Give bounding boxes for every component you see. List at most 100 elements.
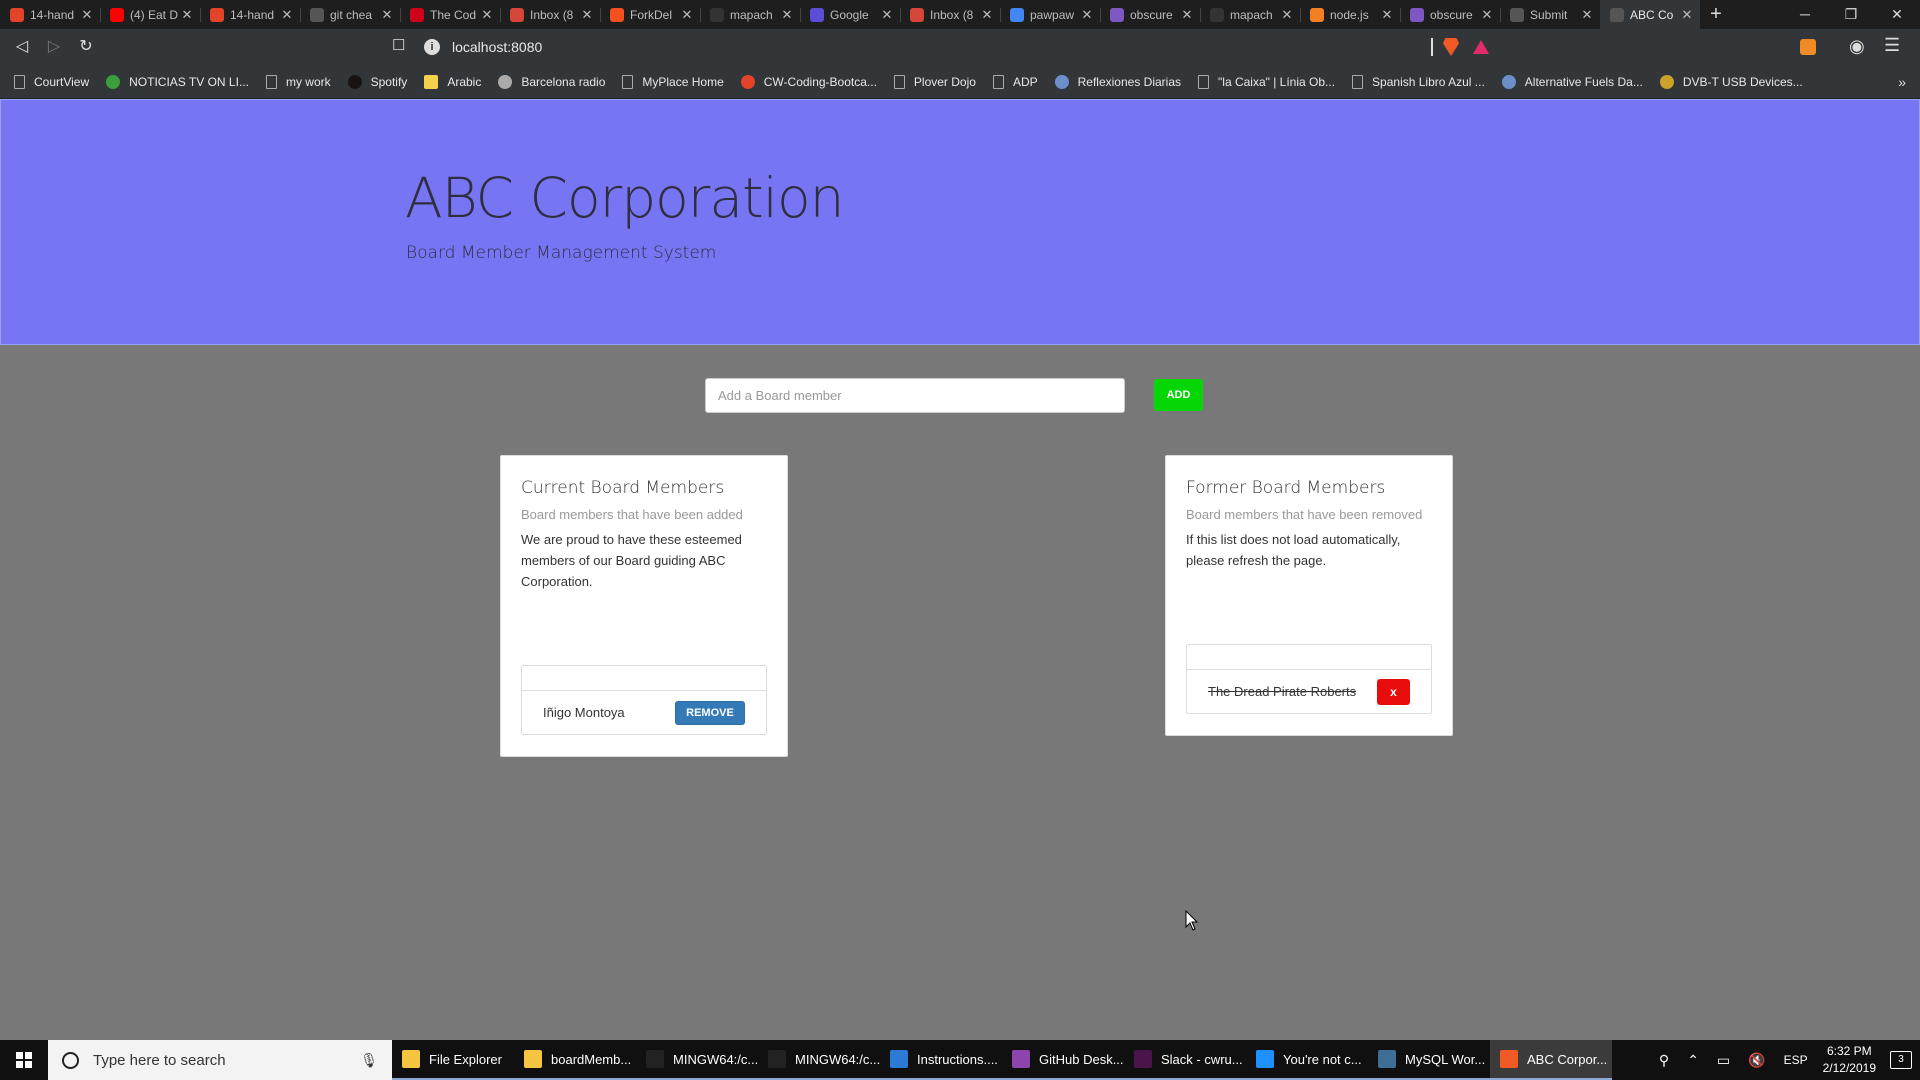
tab-close-icon[interactable]: ✕ — [480, 7, 494, 23]
browser-tab[interactable]: Submit ✕ — [1500, 0, 1600, 29]
bookmark-item[interactable]: Spanish Libro Azul ... — [1352, 74, 1485, 89]
bookmark-item[interactable]: CourtView — [14, 74, 89, 89]
bookmarks-overflow-button[interactable]: » — [1898, 74, 1906, 90]
tab-close-icon[interactable]: ✕ — [1580, 7, 1594, 23]
taskbar-app-button[interactable]: ABC Corpor... — [1490, 1040, 1612, 1080]
tab-close-icon[interactable]: ✕ — [1680, 7, 1694, 23]
taskbar-app-button[interactable]: You're not c... — [1246, 1040, 1368, 1080]
brave-rewards-icon[interactable] — [1473, 40, 1489, 54]
minimize-button[interactable]: ─ — [1782, 0, 1828, 29]
tab-close-icon[interactable]: ✕ — [80, 7, 94, 23]
taskbar-app-button[interactable]: MINGW64:/c... — [758, 1040, 880, 1080]
bookmark-item[interactable]: ADP — [992, 74, 1038, 89]
bookmark-item[interactable]: DVB-T USB Devices... — [1659, 74, 1803, 89]
browser-tab[interactable]: The Cod ✕ — [400, 0, 500, 29]
clock-date: 2/12/2019 — [1822, 1061, 1876, 1075]
bookmark-label: ADP — [1012, 74, 1038, 89]
microphone-icon[interactable]: 🎙 — [360, 1052, 378, 1069]
taskbar-app-button[interactable]: boardMemb... — [514, 1040, 636, 1080]
people-icon[interactable]: ⚲ — [1659, 1052, 1669, 1069]
add-member-input[interactable] — [705, 378, 1125, 413]
bookmark-label: Arabic — [447, 74, 482, 89]
account-icon[interactable]: ◉ — [1849, 36, 1865, 57]
browser-tab[interactable]: mapach ✕ — [700, 0, 800, 29]
tab-close-icon[interactable]: ✕ — [180, 7, 194, 23]
reload-button[interactable]: ↻ — [70, 33, 102, 61]
bookmark-item[interactable]: "la Caixa" | Línia Ob... — [1198, 74, 1335, 89]
remove-button[interactable]: REMOVE — [675, 700, 745, 725]
browser-tab[interactable]: (4) Eat D ✕ — [100, 0, 200, 29]
bookmark-item[interactable]: my work — [265, 74, 331, 89]
volume-muted-icon[interactable]: 🔇 — [1748, 1052, 1765, 1069]
browser-tab[interactable]: Inbox (8 ✕ — [500, 0, 600, 29]
bookmark-item[interactable]: Arabic — [424, 74, 482, 89]
close-window-button[interactable]: ✕ — [1874, 0, 1920, 29]
tab-close-icon[interactable]: ✕ — [1180, 7, 1194, 23]
browser-tab[interactable]: obscure ✕ — [1100, 0, 1200, 29]
tab-close-icon[interactable]: ✕ — [780, 7, 794, 23]
tab-close-icon[interactable]: ✕ — [380, 7, 394, 23]
app-label: Slack - cwru... — [1161, 1051, 1243, 1067]
tab-close-icon[interactable]: ✕ — [880, 7, 894, 23]
tab-close-icon[interactable]: ✕ — [280, 7, 294, 23]
address-bar[interactable]: i localhost:8080 — [424, 33, 1434, 61]
taskbar-app-button[interactable]: GitHub Desk... — [1002, 1040, 1124, 1080]
tab-close-icon[interactable]: ✕ — [580, 7, 594, 23]
taskbar-app-button[interactable]: MINGW64:/c... — [636, 1040, 758, 1080]
brave-shields-icon[interactable] — [1443, 38, 1459, 56]
bookmark-item[interactable]: NOTICIAS TV ON LI... — [106, 74, 249, 89]
browser-tab[interactable]: pawpaw ✕ — [1000, 0, 1100, 29]
browser-tab[interactable]: 14-hand ✕ — [0, 0, 100, 29]
extension-icon[interactable] — [1800, 39, 1816, 55]
battery-icon[interactable]: ▭ — [1717, 1052, 1730, 1069]
browser-tab[interactable]: git chea ✕ — [300, 0, 400, 29]
bookmark-item[interactable]: Reflexiones Diarias — [1054, 74, 1181, 89]
new-tab-button[interactable]: + — [1700, 0, 1732, 29]
taskbar-search[interactable]: Type here to search 🎙 — [48, 1040, 392, 1080]
delete-button[interactable]: x — [1377, 678, 1410, 705]
menu-icon[interactable]: ☰ — [1884, 35, 1900, 56]
browser-tab[interactable]: obscure ✕ — [1400, 0, 1500, 29]
taskbar-app-button[interactable]: MySQL Wor... — [1368, 1040, 1490, 1080]
tab-favicon-icon — [410, 7, 424, 22]
bookmarks-bar: CourtView NOTICIAS TV ON LI... my work Spot… — [0, 65, 1920, 99]
browser-tab[interactable]: Google ✕ — [800, 0, 900, 29]
start-button[interactable] — [0, 1040, 48, 1080]
taskbar-app-button[interactable]: File Explorer — [392, 1040, 514, 1080]
bookmark-item[interactable]: Barcelona radio — [498, 74, 605, 89]
site-info-icon[interactable]: i — [424, 39, 440, 55]
tab-close-icon[interactable]: ✕ — [680, 7, 694, 23]
tab-close-icon[interactable]: ✕ — [1280, 7, 1294, 23]
browser-tab[interactable]: node.js ✕ — [1300, 0, 1400, 29]
tab-close-icon[interactable]: ✕ — [1380, 7, 1394, 23]
tab-close-icon[interactable]: ✕ — [1080, 7, 1094, 23]
bookmark-item[interactable]: Plover Dojo — [893, 74, 976, 89]
bookmark-item[interactable]: CW-Coding-Bootca... — [740, 74, 877, 89]
tab-close-icon[interactable]: ✕ — [1480, 7, 1494, 23]
forward-button[interactable]: ▷ — [38, 33, 70, 61]
bookmark-item[interactable]: Alternative Fuels Da... — [1501, 74, 1643, 89]
bookmark-item[interactable]: Spotify — [347, 74, 407, 89]
app-label: MINGW64:/c... — [673, 1051, 758, 1067]
app-icon — [402, 1050, 420, 1068]
taskbar-app-button[interactable]: Instructions.... — [880, 1040, 1002, 1080]
add-button[interactable]: ADD — [1154, 379, 1203, 411]
notification-center-icon[interactable]: 3 — [1890, 1051, 1912, 1069]
bookmark-icon[interactable]: ☐ — [392, 36, 405, 54]
tab-close-icon[interactable]: ✕ — [980, 7, 994, 23]
language-indicator[interactable]: ESP — [1784, 1053, 1808, 1067]
browser-tab[interactable]: ForkDel ✕ — [600, 0, 700, 29]
show-hidden-icons-icon[interactable]: ⌃ — [1687, 1052, 1699, 1069]
back-button[interactable]: ◁ — [6, 33, 38, 61]
restore-button[interactable]: ❐ — [1828, 0, 1874, 29]
cortana-icon — [62, 1051, 79, 1069]
clock[interactable]: 6:32 PM 2/12/2019 — [1823, 1043, 1876, 1077]
browser-tab[interactable]: Inbox (8 ✕ — [900, 0, 1000, 29]
page-icon — [893, 74, 905, 89]
page-icon — [992, 74, 1004, 89]
browser-tab[interactable]: 14-hand ✕ — [200, 0, 300, 29]
browser-tab[interactable]: mapach ✕ — [1200, 0, 1300, 29]
browser-tab[interactable]: ABC Co ✕ — [1600, 0, 1700, 29]
bookmark-item[interactable]: MyPlace Home — [622, 74, 724, 89]
taskbar-app-button[interactable]: Slack - cwru... — [1124, 1040, 1246, 1080]
